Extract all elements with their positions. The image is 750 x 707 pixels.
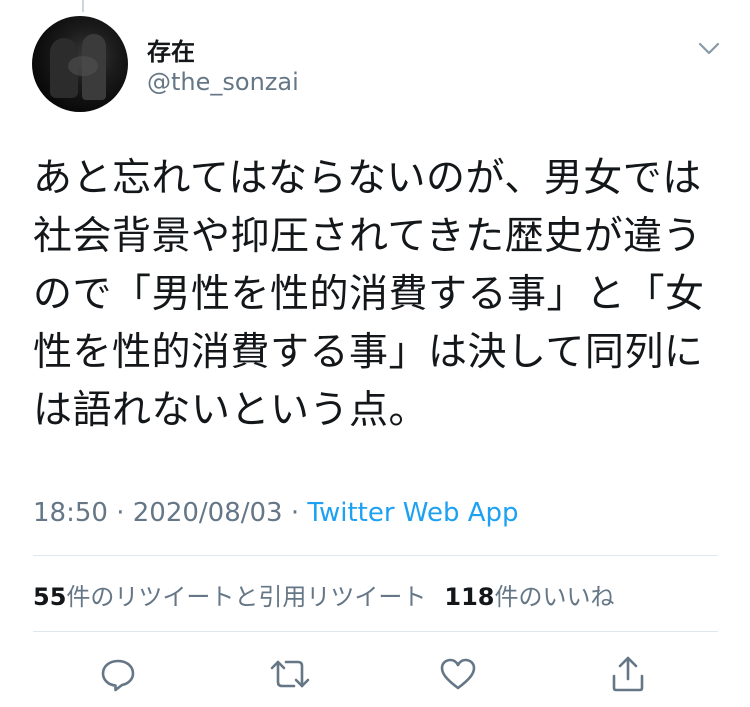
tweet-time[interactable]: 18:50 — [33, 498, 108, 528]
chevron-down-icon[interactable] — [697, 38, 721, 58]
likes-stat[interactable]: 118件のいいね — [444, 583, 614, 611]
tweet-text: あと忘れてはならないのが、男女では 社会背景や抑圧されてきた歴史が違う ので「男… — [33, 156, 705, 433]
likes-label: 件のいいね — [494, 583, 615, 611]
thread-connector-line — [82, 0, 84, 12]
retweet-button[interactable] — [268, 652, 312, 696]
retweet-icon — [270, 660, 310, 688]
tweet-date[interactable]: 2020/08/03 — [133, 498, 283, 528]
meta-separator: · — [282, 498, 308, 528]
tweet-meta: 18:50 · 2020/08/03 · Twitter Web App — [33, 498, 519, 528]
meta-separator: · — [107, 498, 133, 528]
divider — [33, 631, 718, 632]
tweet-stats: 55件のリツイートと引用リツイート 118件のいいね — [33, 577, 615, 612]
reply-button[interactable] — [96, 652, 140, 696]
retweets-count: 55 — [33, 583, 67, 611]
user-handle[interactable]: @the_sonzai — [147, 68, 299, 96]
share-button[interactable] — [606, 652, 650, 696]
avatar-highlight — [68, 56, 98, 76]
heart-icon — [440, 658, 476, 690]
likes-count: 118 — [444, 583, 495, 611]
like-button[interactable] — [436, 652, 480, 696]
divider — [33, 555, 718, 556]
tweet-source-link[interactable]: Twitter Web App — [307, 498, 518, 528]
reply-icon — [101, 659, 135, 692]
share-icon — [612, 656, 644, 692]
retweets-label: 件のリツイートと引用リツイート — [66, 583, 427, 611]
avatar[interactable] — [32, 16, 128, 112]
user-display-name[interactable]: 存在 — [147, 32, 195, 67]
retweets-stat[interactable]: 55件のリツイートと引用リツイート — [33, 583, 426, 611]
